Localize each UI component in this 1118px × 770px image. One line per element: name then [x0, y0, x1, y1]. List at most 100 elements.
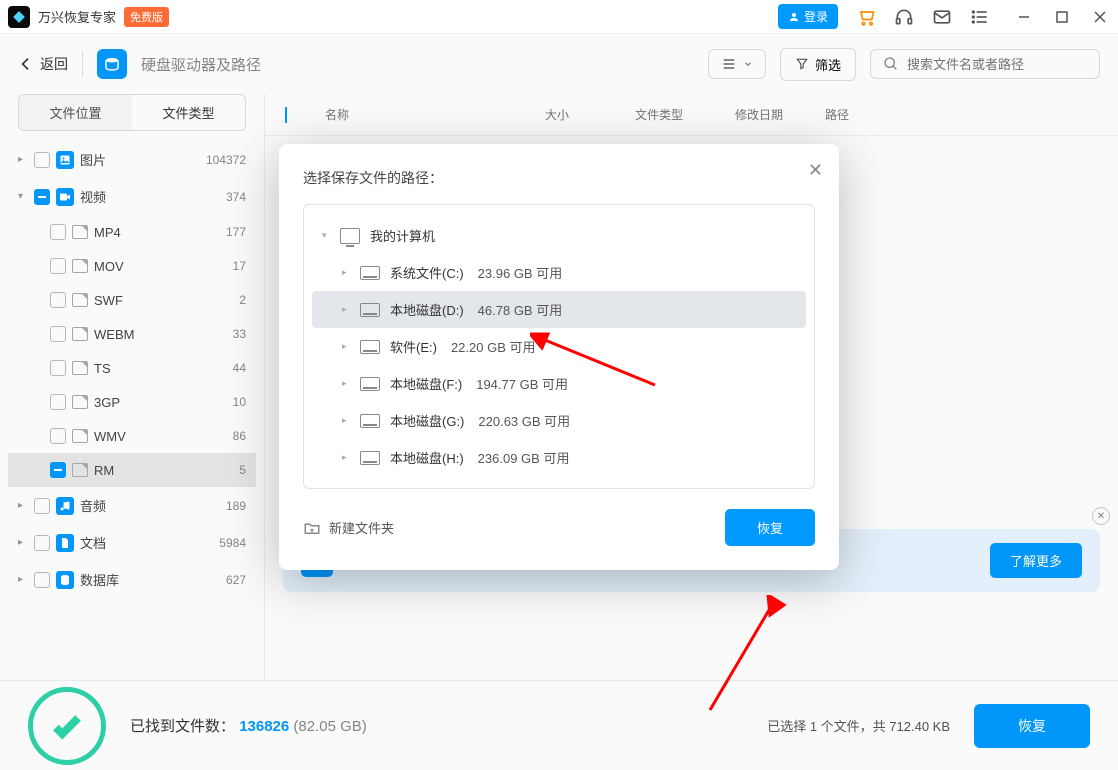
checkbox[interactable]	[50, 326, 66, 342]
file-icon	[72, 327, 88, 341]
category-audio[interactable]: ▸ 音频 189	[8, 487, 256, 524]
filetype-webm[interactable]: WEBM 33	[8, 317, 256, 351]
list-icon[interactable]	[970, 7, 990, 27]
expand-icon: ▸	[342, 267, 350, 278]
category-count: 5984	[219, 536, 246, 550]
checkbox[interactable]	[34, 572, 50, 588]
filetype-count: 177	[226, 225, 246, 239]
category-images[interactable]: ▸ 图片 104372	[8, 141, 256, 178]
drive-g[interactable]: ▸本地磁盘(G:)220.63 GB 可用	[312, 402, 806, 439]
headset-icon[interactable]	[894, 7, 914, 27]
app-name: 万兴恢复专家	[38, 7, 116, 26]
checkbox[interactable]	[50, 258, 66, 274]
disk-icon	[360, 414, 380, 428]
file-icon	[72, 429, 88, 443]
toolbar: 返回 硬盘驱动器及路径 筛选	[0, 34, 1118, 94]
file-icon	[72, 259, 88, 273]
banner-close-icon[interactable]: ✕	[1092, 507, 1110, 525]
filetype-label: RM	[94, 463, 114, 478]
category-count: 627	[226, 573, 246, 587]
login-label: 登录	[804, 8, 828, 25]
tab-file-location[interactable]: 文件位置	[19, 95, 132, 130]
filetype-rm[interactable]: RM5	[8, 453, 256, 487]
checkbox[interactable]	[50, 360, 66, 376]
view-dropdown[interactable]	[708, 49, 766, 79]
filetype-count: 33	[233, 327, 246, 341]
tab-file-type[interactable]: 文件类型	[132, 95, 245, 130]
checkbox[interactable]	[50, 224, 66, 240]
checkbox[interactable]	[34, 189, 50, 205]
back-label: 返回	[40, 54, 68, 74]
path-root[interactable]: ▾ 我的计算机	[312, 217, 806, 254]
close-icon[interactable]	[1090, 7, 1110, 27]
maximize-icon[interactable]	[1052, 7, 1072, 27]
checkbox[interactable]	[50, 462, 66, 478]
filter-icon	[795, 57, 809, 71]
mail-icon[interactable]	[932, 7, 952, 27]
minimize-icon[interactable]	[1014, 7, 1034, 27]
checkbox[interactable]	[50, 428, 66, 444]
disk-icon	[360, 340, 380, 354]
drive-title: 硬盘驱动器及路径	[141, 54, 261, 75]
drive-d[interactable]: ▸本地磁盘(D:)46.78 GB 可用	[312, 291, 806, 328]
free-badge: 免费版	[124, 7, 169, 27]
file-icon	[72, 361, 88, 375]
app-logo	[8, 6, 30, 28]
category-label: 音频	[80, 496, 106, 515]
drive-c[interactable]: ▸系统文件(C:)23.96 GB 可用	[312, 254, 806, 291]
col-type[interactable]: 文件类型	[635, 106, 735, 123]
checkbox[interactable]	[34, 535, 50, 551]
category-count: 374	[226, 190, 246, 204]
col-date[interactable]: 修改日期	[735, 106, 825, 123]
category-label: 视频	[80, 187, 106, 206]
filetype-swf[interactable]: SWF2	[8, 283, 256, 317]
drive-e[interactable]: ▸软件(E:)22.20 GB 可用	[312, 328, 806, 365]
login-button[interactable]: 登录	[778, 4, 838, 29]
filter-button[interactable]: 筛选	[780, 48, 856, 81]
expand-icon: ▸	[342, 304, 350, 315]
search-icon	[883, 56, 899, 72]
filetype-label: MOV	[94, 259, 124, 274]
audio-icon	[56, 497, 74, 515]
col-size[interactable]: 大小	[545, 106, 635, 123]
filetype-label: WEBM	[94, 327, 134, 342]
expand-icon: ▸	[18, 574, 28, 585]
found-text: 已找到文件数： 136826 (82.05 GB)	[130, 715, 367, 736]
filetype-wmv[interactable]: WMV86	[8, 419, 256, 453]
database-icon	[56, 571, 74, 589]
expand-icon: ▸	[342, 452, 350, 463]
category-database[interactable]: ▸ 数据库 627	[8, 561, 256, 598]
recover-button[interactable]: 恢复	[974, 704, 1090, 748]
back-button[interactable]: 返回	[18, 54, 68, 74]
search-box[interactable]	[870, 49, 1100, 79]
learn-more-button[interactable]: 了解更多	[990, 543, 1082, 578]
filetype-mp4[interactable]: MP4177	[8, 215, 256, 249]
expand-icon: ▸	[342, 378, 350, 389]
category-video[interactable]: ▾ 视频 374	[8, 178, 256, 215]
select-all-checkbox[interactable]	[285, 107, 287, 123]
cart-icon[interactable]	[856, 7, 876, 27]
drive-f[interactable]: ▸本地磁盘(F:)194.77 GB 可用	[312, 365, 806, 402]
filetype-3gp[interactable]: 3GP10	[8, 385, 256, 419]
checkbox[interactable]	[50, 292, 66, 308]
drive-h[interactable]: ▸本地磁盘(H:)236.09 GB 可用	[312, 439, 806, 476]
modal-close-icon[interactable]: ✕	[808, 160, 823, 181]
checkbox[interactable]	[34, 498, 50, 514]
disk-icon	[360, 451, 380, 465]
new-folder-button[interactable]: 新建文件夹	[303, 518, 394, 537]
search-input[interactable]	[907, 57, 1087, 72]
checkbox[interactable]	[34, 152, 50, 168]
checkbox[interactable]	[50, 394, 66, 410]
col-path[interactable]: 路径	[825, 106, 1098, 123]
filetype-count: 86	[233, 429, 246, 443]
collapse-icon: ▾	[18, 191, 28, 202]
file-icon	[72, 463, 88, 477]
filetype-label: TS	[94, 361, 111, 376]
modal-recover-button[interactable]: 恢复	[725, 509, 815, 546]
category-document[interactable]: ▸ 文档 5984	[8, 524, 256, 561]
filetype-mov[interactable]: MOV17	[8, 249, 256, 283]
filetype-ts[interactable]: TS44	[8, 351, 256, 385]
filetype-label: 3GP	[94, 395, 120, 410]
col-name[interactable]: 名称	[325, 106, 545, 123]
filetype-label: SWF	[94, 293, 123, 308]
